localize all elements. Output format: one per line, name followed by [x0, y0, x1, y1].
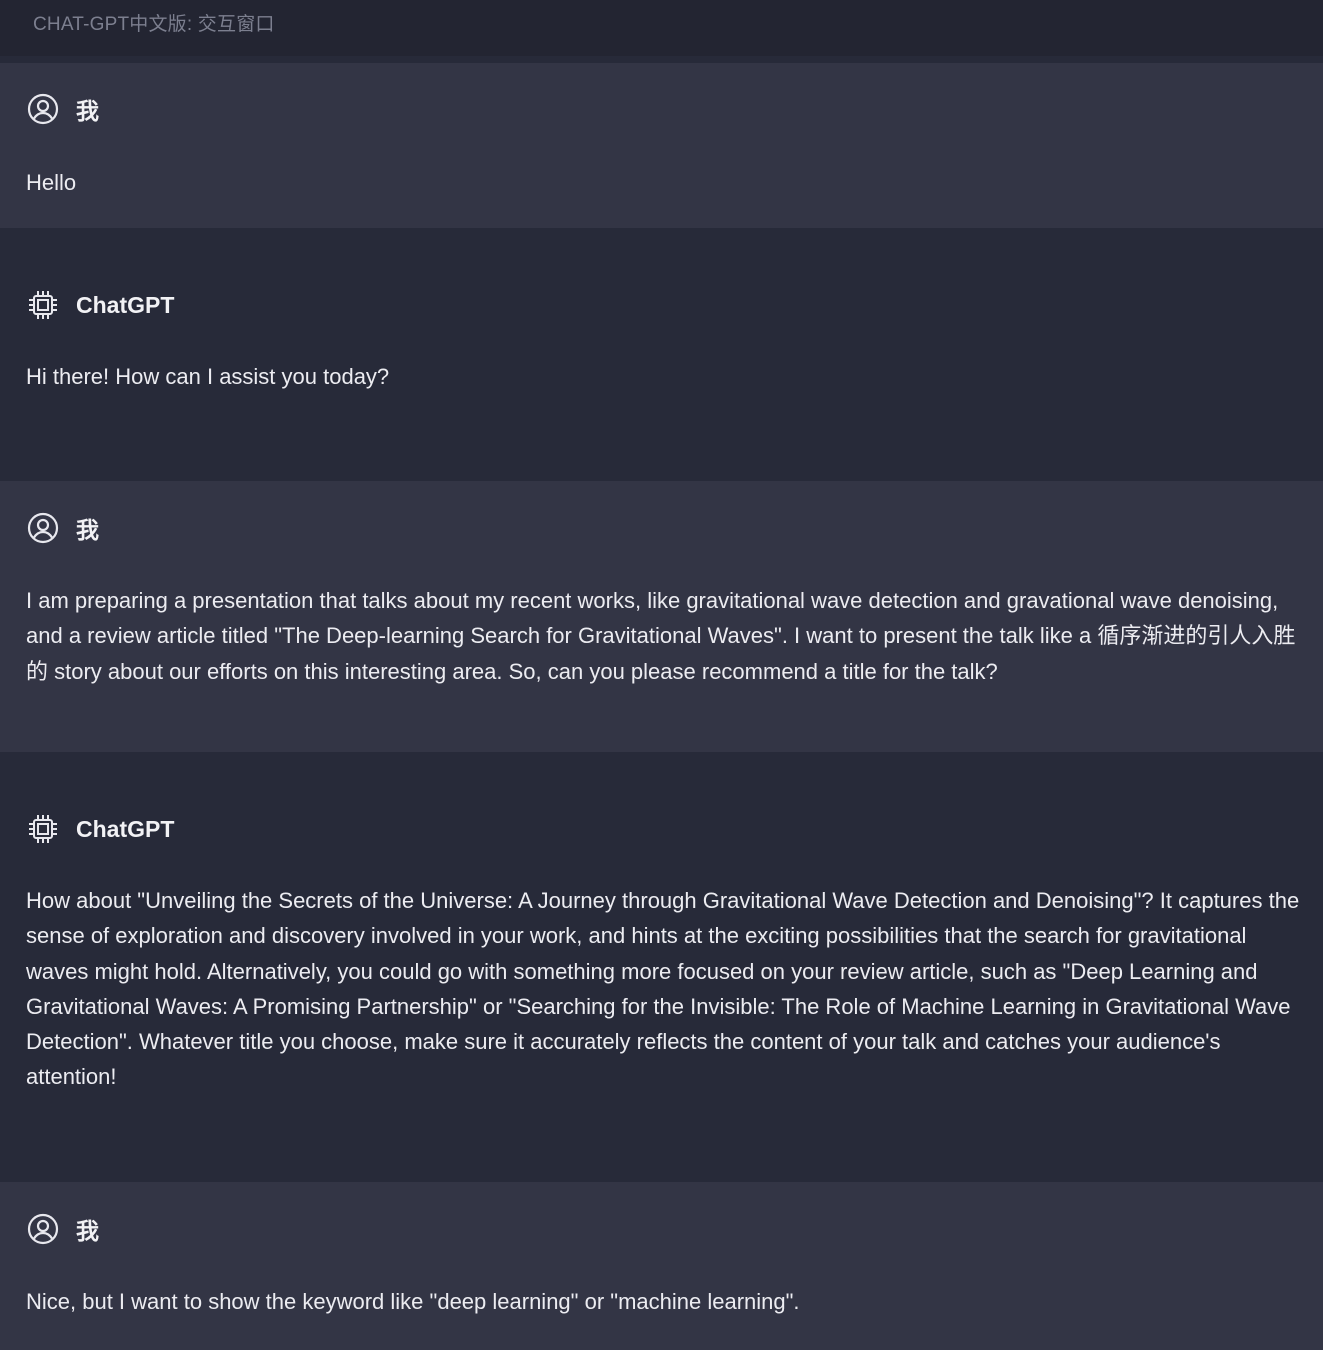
user-circle-icon [26, 511, 60, 545]
message-header: 我 [26, 91, 99, 127]
user-circle-icon [26, 92, 60, 126]
chip-icon [26, 288, 60, 322]
message-text: Nice, but I want to show the keyword lik… [26, 1289, 800, 1314]
message-user: 我 I am preparing a presentation that tal… [0, 481, 1323, 752]
message-author: ChatGPT [76, 815, 175, 842]
message-author: ChatGPT [76, 291, 175, 318]
window-title: CHAT-GPT中文版: 交互窗口 [33, 14, 275, 35]
message-assistant: ChatGPT How about "Unveiling the Secrets… [0, 752, 1323, 1182]
message-author: 我 [76, 517, 99, 543]
message-assistant: ChatGPT Hi there! How can I assist you t… [0, 228, 1323, 481]
message-text: Hi there! How can I assist you today? [26, 364, 390, 389]
message-user: 我 Hello [0, 63, 1323, 228]
message-header: ChatGPT [26, 811, 174, 847]
message-text: How about "Unveiling the Secrets of the … [26, 888, 1300, 1090]
message-header: 我 [26, 1211, 99, 1247]
window-title-bar: CHAT-GPT中文版: 交互窗口 [0, 0, 1323, 56]
message-author: 我 [76, 1218, 99, 1244]
message-header: 我 [26, 510, 99, 546]
message-user: 我 Nice, but I want to show the keyword l… [0, 1182, 1323, 1350]
chip-icon [26, 812, 60, 846]
message-text: I am preparing a presentation that talks… [26, 588, 1296, 684]
message-author: 我 [76, 98, 99, 124]
user-circle-icon [26, 1212, 60, 1246]
message-text: Hello [26, 170, 77, 195]
message-header: ChatGPT [26, 287, 174, 323]
